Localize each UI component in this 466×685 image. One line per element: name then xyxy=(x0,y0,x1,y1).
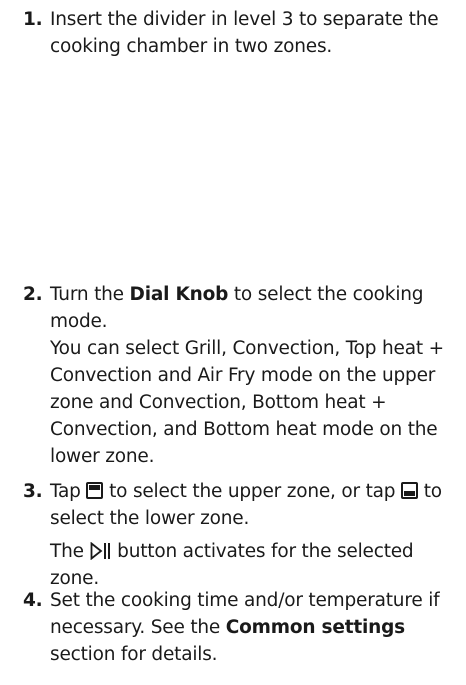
step-number: 3. xyxy=(23,481,43,502)
step-text: Tap to select the upper zone, or tap to … xyxy=(50,481,442,529)
step-text: Set the cooking time and/or temperature … xyxy=(50,590,440,665)
step-text: Turn the Dial Knob to select the cooking… xyxy=(50,284,424,332)
upper-zone-icon xyxy=(86,482,104,499)
start-pause-icon xyxy=(90,542,110,560)
instruction-page: 1. Insert the divider in level 3 to sepa… xyxy=(0,0,466,685)
step-2: 2. Turn the Dial Knob to select the cook… xyxy=(23,281,456,470)
step-text: Insert the divider in level 3 to separat… xyxy=(50,9,439,57)
step-1: 1. Insert the divider in level 3 to sepa… xyxy=(23,6,456,60)
step-paragraph: The button activates for the selected zo… xyxy=(50,541,414,589)
dial-knob-label: Dial Knob xyxy=(129,284,229,305)
step-number: 4. xyxy=(23,590,43,611)
step-number: 2. xyxy=(23,284,43,305)
step-paragraph: You can select Grill, Convection, Top he… xyxy=(50,338,444,467)
step-number: 1. xyxy=(23,9,43,30)
common-settings-label: Common settings xyxy=(225,617,405,638)
step-3: 3. Tap to select the upper zone, or tap … xyxy=(23,478,456,592)
lower-zone-icon xyxy=(401,482,419,499)
step-4: 4. Set the cooking time and/or temperatu… xyxy=(23,587,456,668)
